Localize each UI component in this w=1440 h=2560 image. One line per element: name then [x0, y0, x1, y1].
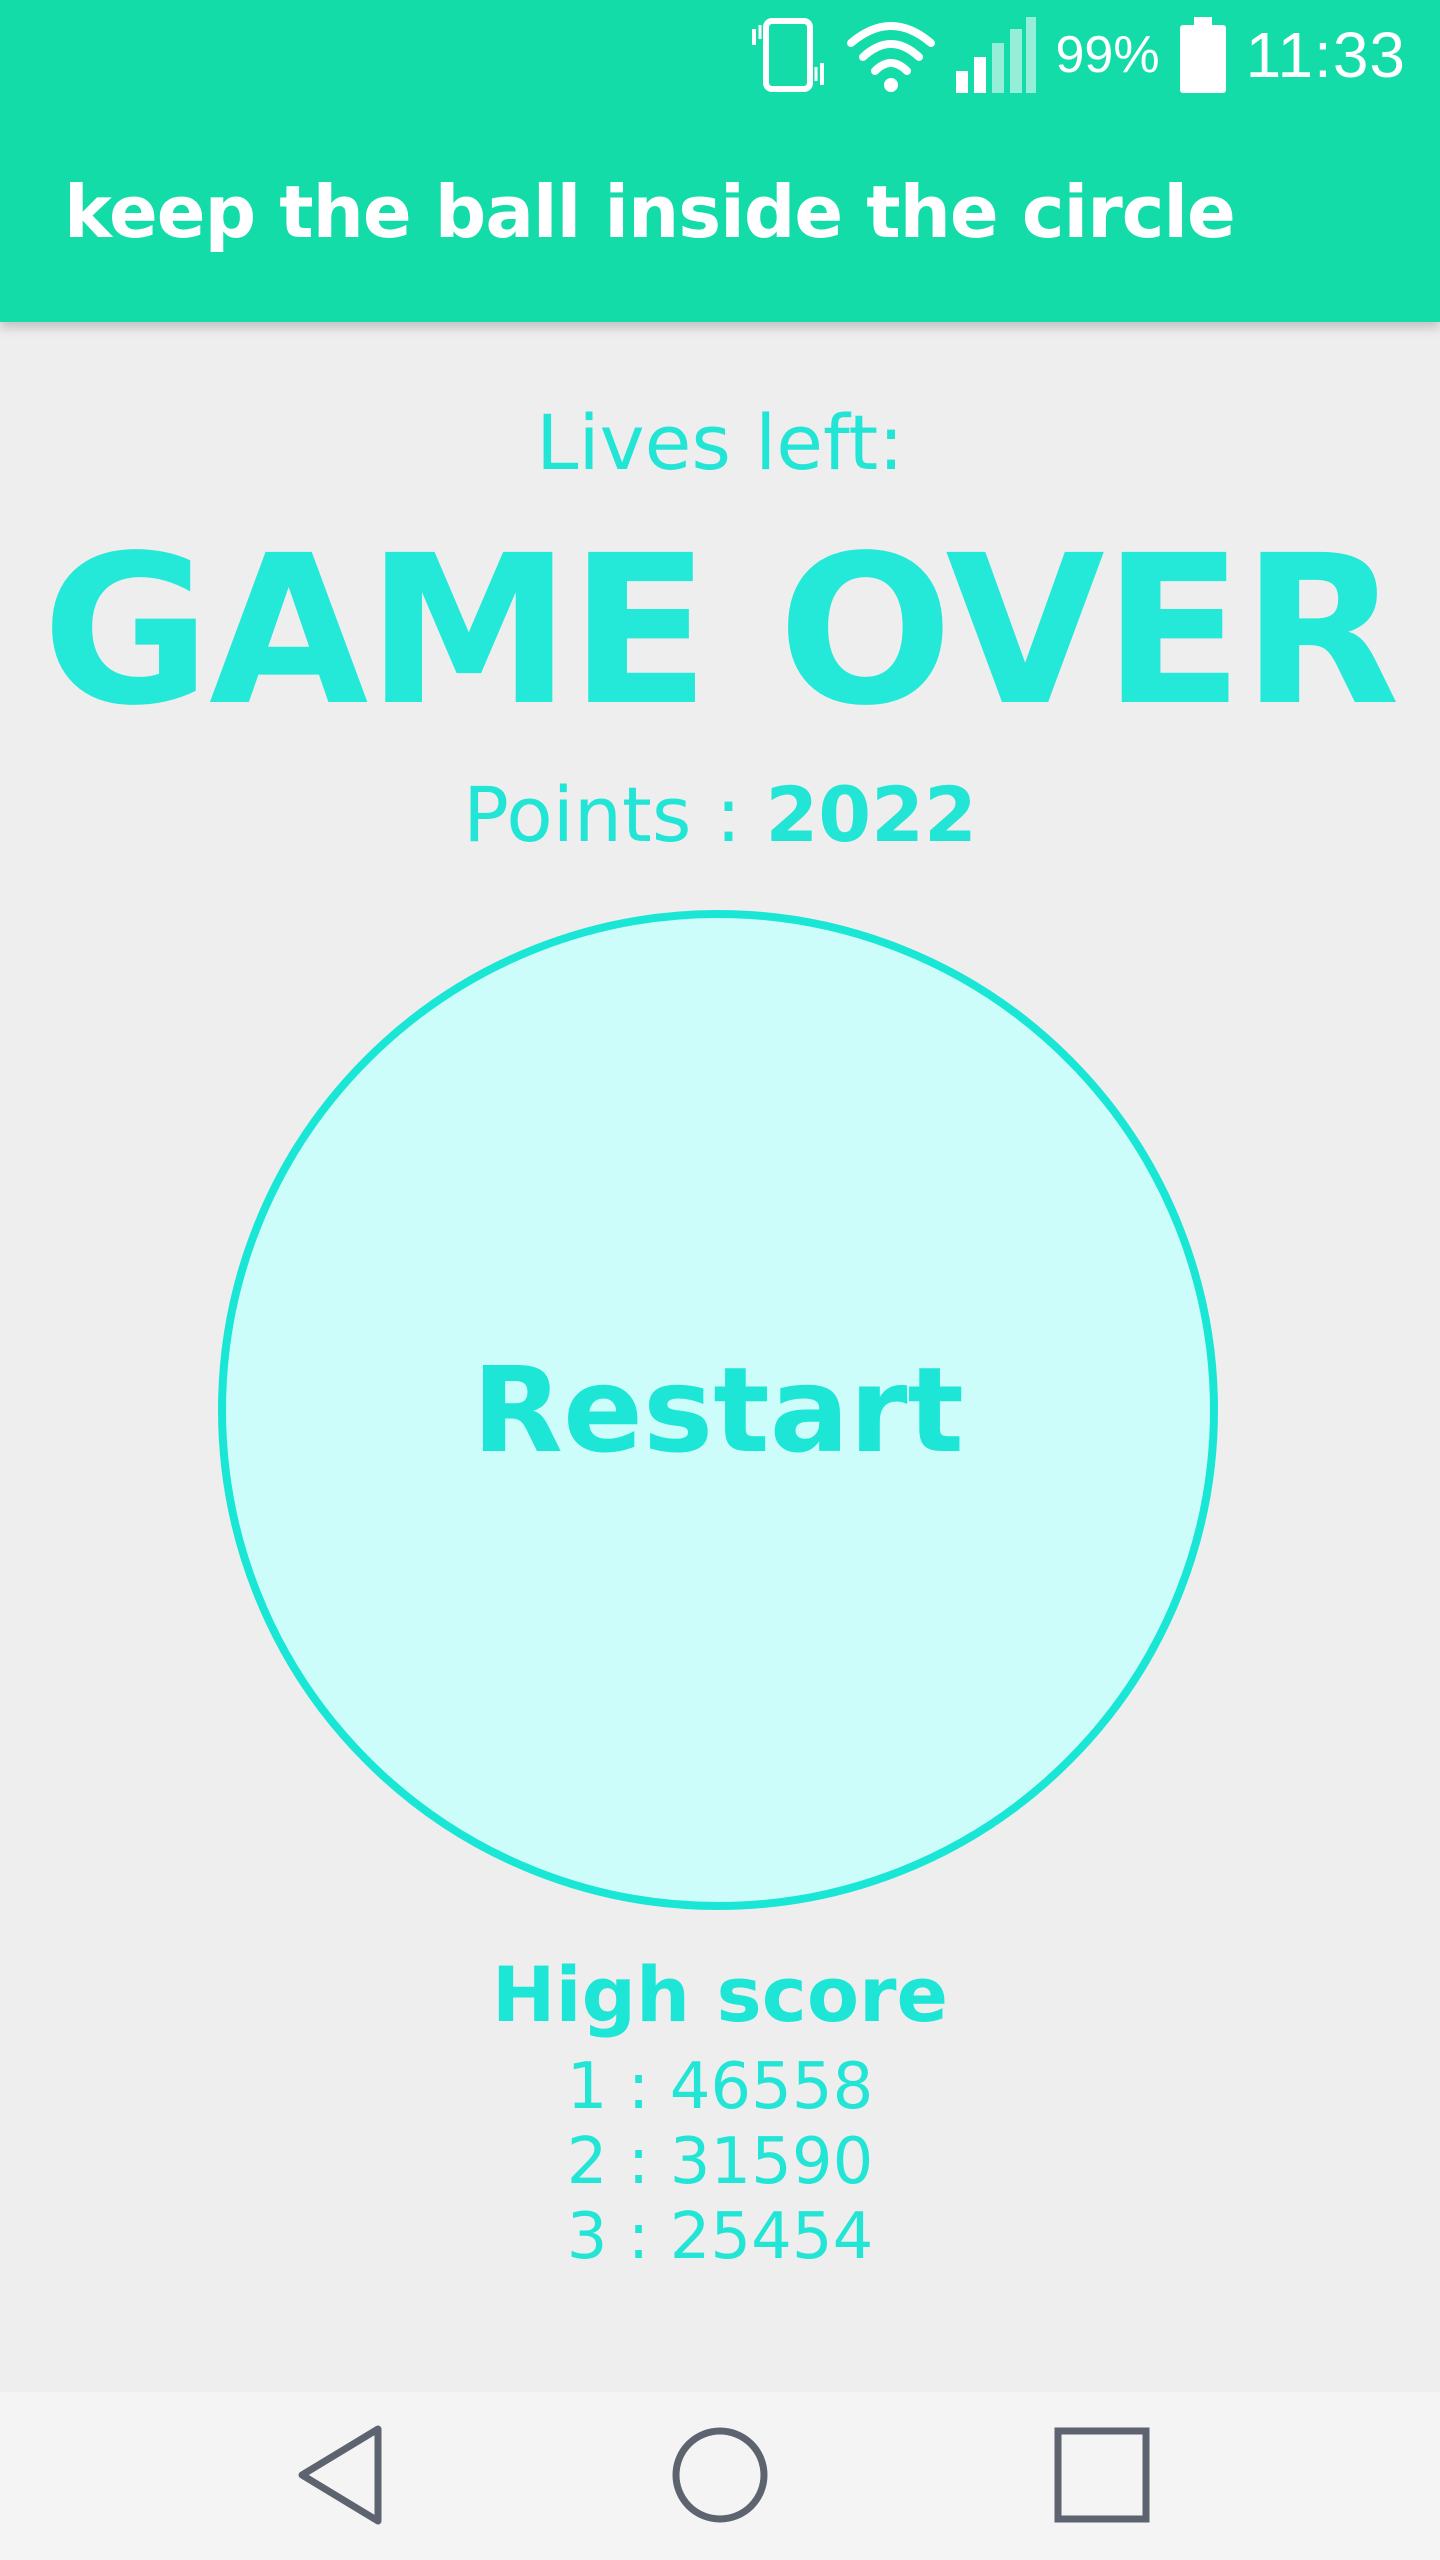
home-button[interactable] — [665, 2422, 775, 2532]
high-score-entry: 3 : 25454 — [566, 2200, 874, 2274]
battery-percent: 99% — [1055, 26, 1160, 84]
restart-circle-button[interactable]: Restart — [218, 910, 1218, 1910]
high-score-list: 1 : 46558 2 : 31590 3 : 25454 — [0, 2050, 1440, 2275]
signal-icon — [954, 15, 1038, 95]
high-score-title: High score — [491, 1950, 949, 2039]
lives-left-label: Lives left: — [536, 398, 904, 487]
battery-icon — [1178, 15, 1228, 95]
high-score-entry: 2 : 31590 — [566, 2125, 874, 2199]
wifi-icon — [846, 15, 936, 95]
status-bar: 99% 11:33 — [0, 0, 1440, 100]
back-icon — [292, 2423, 388, 2532]
recent-apps-button[interactable] — [1047, 2422, 1157, 2532]
app-title: keep the ball inside the circle — [64, 170, 1236, 254]
screen: 99% 11:33 keep the ball inside the circl… — [0, 0, 1440, 2560]
app-bar: 99% 11:33 keep the ball inside the circl… — [0, 0, 1440, 322]
navigation-bar — [0, 2392, 1440, 2560]
points-value: 2022 — [765, 770, 977, 859]
high-score-entry: 1 : 46558 — [566, 2050, 874, 2124]
back-button[interactable] — [285, 2422, 395, 2532]
restart-label: Restart — [472, 1341, 964, 1479]
points-display: Points : 2022 — [0, 770, 1440, 859]
clock: 11:33 — [1245, 19, 1406, 91]
recent-apps-icon — [1052, 2425, 1152, 2530]
home-icon — [670, 2425, 770, 2530]
game-over-heading: GAME OVER — [41, 511, 1400, 751]
vibrate-icon — [748, 15, 828, 95]
status-icons: 99% 11:33 — [748, 10, 1406, 100]
points-label: Points : — [463, 770, 766, 859]
